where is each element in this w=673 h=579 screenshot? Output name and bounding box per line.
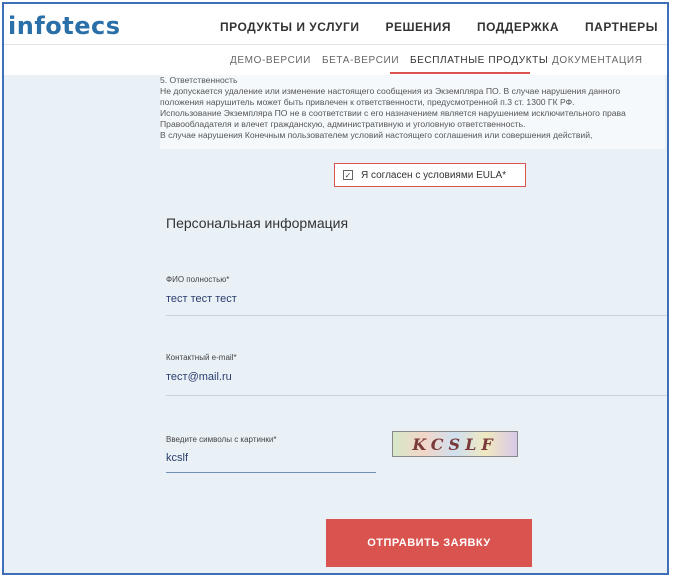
site-header: infotecs ПРОДУКТЫ И УСЛУГИ РЕШЕНИЯ ПОДДЕ… <box>4 4 667 44</box>
eula-agree-checkbox[interactable]: ✓ Я согласен с условиями EULA* <box>334 163 526 187</box>
full-name-underline <box>166 315 667 316</box>
eula-line: В случае нарушения Конечным пользователе… <box>160 130 593 140</box>
captcha-image: KCSLF <box>392 431 518 457</box>
eula-line: положения нарушитель может быть привлече… <box>160 97 575 107</box>
subnav-free-products[interactable]: БЕСПЛАТНЫЕ ПРОДУКТЫ <box>410 55 548 66</box>
full-name-input[interactable]: тест тест тест <box>166 293 237 305</box>
browser-frame: infotecs ПРОДУКТЫ И УСЛУГИ РЕШЕНИЯ ПОДДЕ… <box>2 2 669 575</box>
main-nav: ПРОДУКТЫ И УСЛУГИ РЕШЕНИЯ ПОДДЕРЖКА ПАРТ… <box>220 20 658 34</box>
infotecs-logo[interactable]: infotecs <box>8 12 121 40</box>
sub-nav: ДЕМО-ВЕРСИИ БЕТА-ВЕРСИИ БЕСПЛАТНЫЕ ПРОДУ… <box>4 44 667 76</box>
subnav-beta[interactable]: БЕТА-ВЕРСИИ <box>322 55 399 66</box>
email-input[interactable]: тест@mail.ru <box>166 371 232 383</box>
checkbox-checked-icon[interactable]: ✓ <box>343 170 353 180</box>
download-form-area: 5. Ответственность Не допускается удален… <box>4 75 667 573</box>
eula-line: Использование Экземпляра ПО не в соответ… <box>160 108 626 118</box>
eula-agree-label: Я согласен с условиями EULA* <box>361 169 507 181</box>
email-underline <box>166 395 667 396</box>
captcha-label: Введите символы с картинки* <box>166 435 277 444</box>
nav-partners[interactable]: ПАРТНЕРЫ <box>585 20 658 34</box>
eula-line: Правообладателя и влечет гражданскую, ад… <box>160 119 526 129</box>
active-tab-indicator <box>390 72 530 74</box>
nav-solutions[interactable]: РЕШЕНИЯ <box>385 20 451 34</box>
section-title: Персональная информация <box>166 215 349 231</box>
nav-support[interactable]: ПОДДЕРЖКА <box>477 20 559 34</box>
captcha-input-underline <box>166 472 376 473</box>
subnav-demo[interactable]: ДЕМО-ВЕРСИИ <box>230 55 311 66</box>
full-name-label: ФИО полностью* <box>166 275 230 284</box>
email-label: Контактный e-mail* <box>166 353 237 362</box>
subnav-documentation[interactable]: ДОКУМЕНТАЦИЯ <box>552 55 643 66</box>
eula-line: Не допускается удаление или изменение на… <box>160 86 621 96</box>
captcha-input[interactable]: kcslf <box>166 452 188 464</box>
eula-text-scrollbox[interactable]: 5. Ответственность Не допускается удален… <box>160 75 665 149</box>
submit-request-button[interactable]: ОТПРАВИТЬ ЗАЯВКУ <box>326 519 532 567</box>
nav-products-services[interactable]: ПРОДУКТЫ И УСЛУГИ <box>220 20 359 34</box>
eula-line: 5. Ответственность <box>160 75 238 85</box>
